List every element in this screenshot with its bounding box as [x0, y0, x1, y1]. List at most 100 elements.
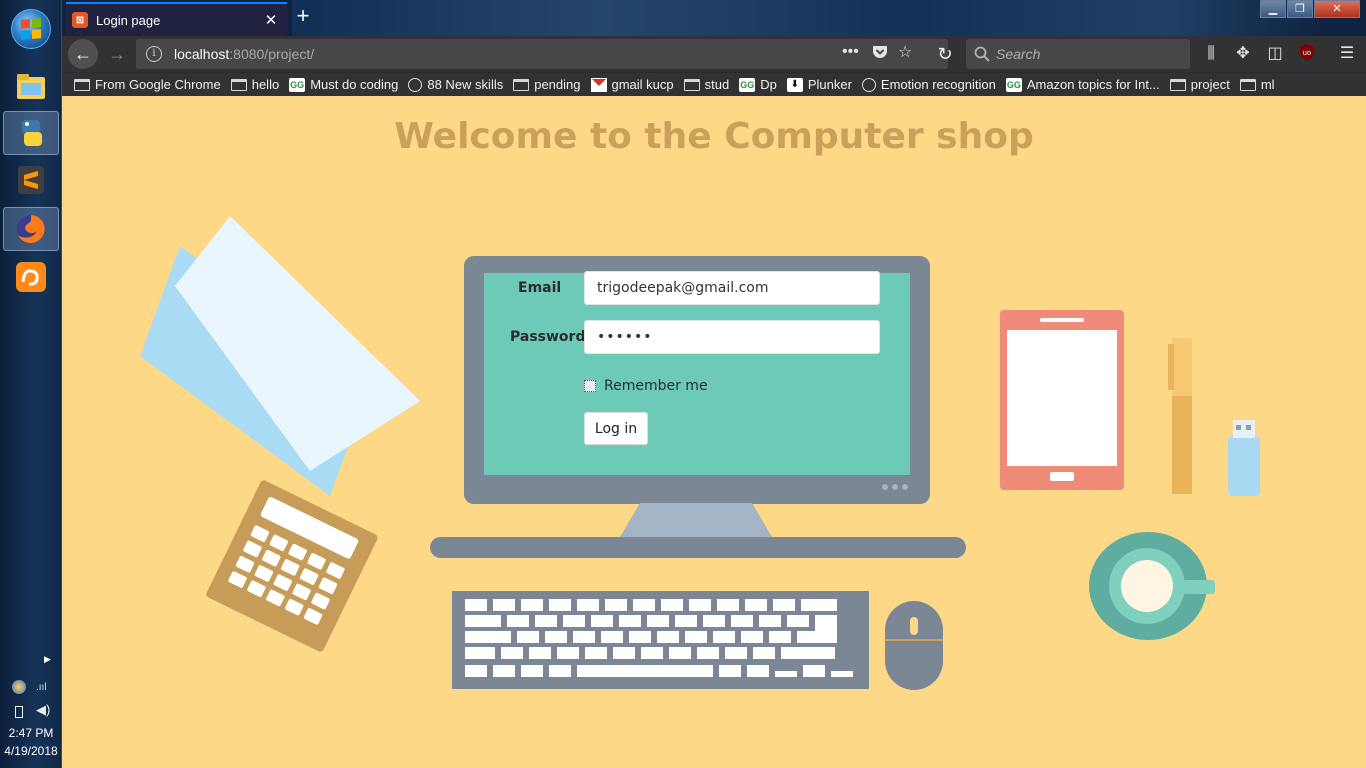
search-bar[interactable]: Search: [966, 39, 1190, 69]
bookmark-item[interactable]: 88 New skills: [408, 77, 503, 92]
remember-me-checkbox[interactable]: [584, 380, 596, 392]
minimize-window-button[interactable]: ▁: [1260, 0, 1286, 18]
bookmark-item[interactable]: hello: [230, 77, 280, 92]
site-info-icon[interactable]: i: [146, 46, 162, 62]
login-button[interactable]: Log in: [584, 412, 648, 445]
svg-text:uo: uo: [1303, 49, 1312, 57]
monitor-dots: [882, 484, 908, 490]
sublime-text-icon[interactable]: [3, 158, 59, 202]
volume-icon[interactable]: ◀): [36, 702, 50, 718]
cup-handle: [1183, 580, 1215, 594]
bookmark-item[interactable]: GG Amazon topics for Int...: [1005, 77, 1160, 92]
back-button[interactable]: ←: [68, 39, 98, 69]
bookmark-item[interactable]: pending: [513, 77, 581, 92]
maximize-window-button[interactable]: ❐: [1287, 0, 1313, 18]
extensions-icon[interactable]: ✥: [1232, 43, 1254, 65]
monitor-stand-neck: [640, 503, 752, 537]
usb-drive-illustration: [1228, 420, 1260, 496]
globe-icon: [408, 77, 423, 92]
url-text[interactable]: localhost:8080/project/: [174, 46, 314, 62]
bookmark-label: Plunker: [807, 77, 852, 92]
password-field[interactable]: [584, 320, 880, 354]
menu-hamburger-icon[interactable]: ☰: [1336, 43, 1358, 65]
search-placeholder: Search: [996, 46, 1041, 62]
usb-plug: [1233, 420, 1255, 438]
mouse-split-line: [885, 639, 943, 641]
email-label: Email: [518, 280, 562, 296]
close-window-button[interactable]: ✕: [1314, 0, 1360, 18]
python-idle-icon[interactable]: [3, 111, 59, 155]
email-field[interactable]: [584, 271, 880, 305]
new-tab-button[interactable]: +: [290, 4, 316, 30]
url-host: localhost: [174, 46, 230, 62]
clock-date[interactable]: 4/19/2018: [0, 744, 62, 758]
windows-logo-icon: [21, 18, 41, 40]
sidebar-icon[interactable]: ◫: [1264, 43, 1286, 65]
tab-title: Login page: [96, 12, 161, 28]
close-tab-icon[interactable]: ✕: [261, 11, 281, 29]
bookmark-label: Emotion recognition: [880, 77, 996, 92]
forward-button[interactable]: →: [102, 39, 132, 69]
coffee-cup-illustration: [1089, 532, 1215, 640]
monitor-base: [430, 537, 966, 558]
tab-login-page[interactable]: ⊠ Login page ✕: [66, 2, 287, 36]
tablet-button: [1050, 472, 1074, 481]
bookmark-label: stud: [704, 77, 730, 92]
tablet-illustration: [1000, 310, 1124, 490]
gmail-icon: [590, 77, 607, 92]
system-tray: ▶ .ııl ◀) 2:47 PM 4/19/2018: [0, 638, 62, 768]
pocket-icon[interactable]: [872, 44, 888, 65]
bookmark-item[interactable]: GG Dp: [739, 77, 777, 92]
firefox-icon[interactable]: [3, 207, 59, 251]
bookmark-star-icon[interactable]: ☆: [898, 42, 912, 62]
clock-time[interactable]: 2:47 PM: [0, 726, 62, 740]
signal-icon[interactable]: .ııl: [36, 682, 47, 693]
pen-cap: [1172, 338, 1192, 396]
bookmark-label: From Google Chrome: [95, 77, 221, 92]
bookmark-item[interactable]: From Google Chrome: [74, 77, 221, 92]
bookmark-label: Dp: [760, 77, 777, 92]
bookmark-label: hello: [251, 77, 280, 92]
bookmark-item[interactable]: project: [1169, 77, 1230, 92]
url-bar[interactable]: i localhost:8080/project/ ••• ☆: [136, 39, 948, 69]
file-explorer-icon[interactable]: [3, 64, 59, 108]
bookmark-item[interactable]: gmail kucp: [590, 77, 674, 92]
mouse-wheel: [910, 617, 918, 635]
globe-icon: [861, 77, 876, 92]
tab-strip: ⊠ Login page ✕ + ▁ ❐ ✕: [62, 0, 1366, 36]
page-actions-icon[interactable]: •••: [842, 43, 859, 61]
reload-button[interactable]: ↻: [930, 39, 960, 69]
url-path: :8080/project/: [229, 46, 315, 62]
folder-icon: [1169, 78, 1186, 91]
geeksforgeeks-icon: GG: [739, 77, 756, 92]
geeksforgeeks-icon: GG: [289, 77, 306, 92]
bookmark-label: ml: [1260, 77, 1275, 92]
uc-browser-icon[interactable]: [3, 255, 59, 299]
cup-coffee: [1121, 560, 1173, 612]
password-label: Password: [510, 329, 586, 345]
network-icon[interactable]: [12, 680, 26, 694]
bookmark-label: Amazon topics for Int...: [1026, 77, 1160, 92]
remember-me-label[interactable]: Remember me: [604, 378, 708, 394]
folder-icon: [230, 78, 247, 91]
pen-illustration: [1168, 338, 1192, 494]
bookmark-item[interactable]: stud: [683, 77, 730, 92]
tablet-speaker: [1040, 318, 1084, 322]
bookmark-label: gmail kucp: [611, 77, 674, 92]
xampp-favicon-icon: ⊠: [72, 12, 88, 28]
bookmark-item[interactable]: GG Must do coding: [289, 77, 398, 92]
bookmark-item[interactable]: ml: [1239, 77, 1275, 92]
ublock-origin-icon[interactable]: uo: [1296, 43, 1318, 65]
bookmark-item[interactable]: ⬇ Plunker: [786, 77, 852, 92]
bookmark-item[interactable]: Emotion recognition: [861, 77, 996, 92]
show-hidden-icons-icon[interactable]: ▶: [44, 654, 51, 665]
library-icon[interactable]: ⫼: [1200, 43, 1222, 65]
papers-illustration: [140, 216, 420, 496]
mouse-illustration: [885, 601, 943, 690]
bookmark-label: Must do coding: [310, 77, 399, 92]
folder-icon: [1239, 78, 1256, 91]
bookmark-label: 88 New skills: [427, 77, 504, 92]
bookmark-label: project: [1190, 77, 1230, 92]
start-button[interactable]: [11, 9, 51, 49]
battery-icon[interactable]: [15, 706, 23, 718]
